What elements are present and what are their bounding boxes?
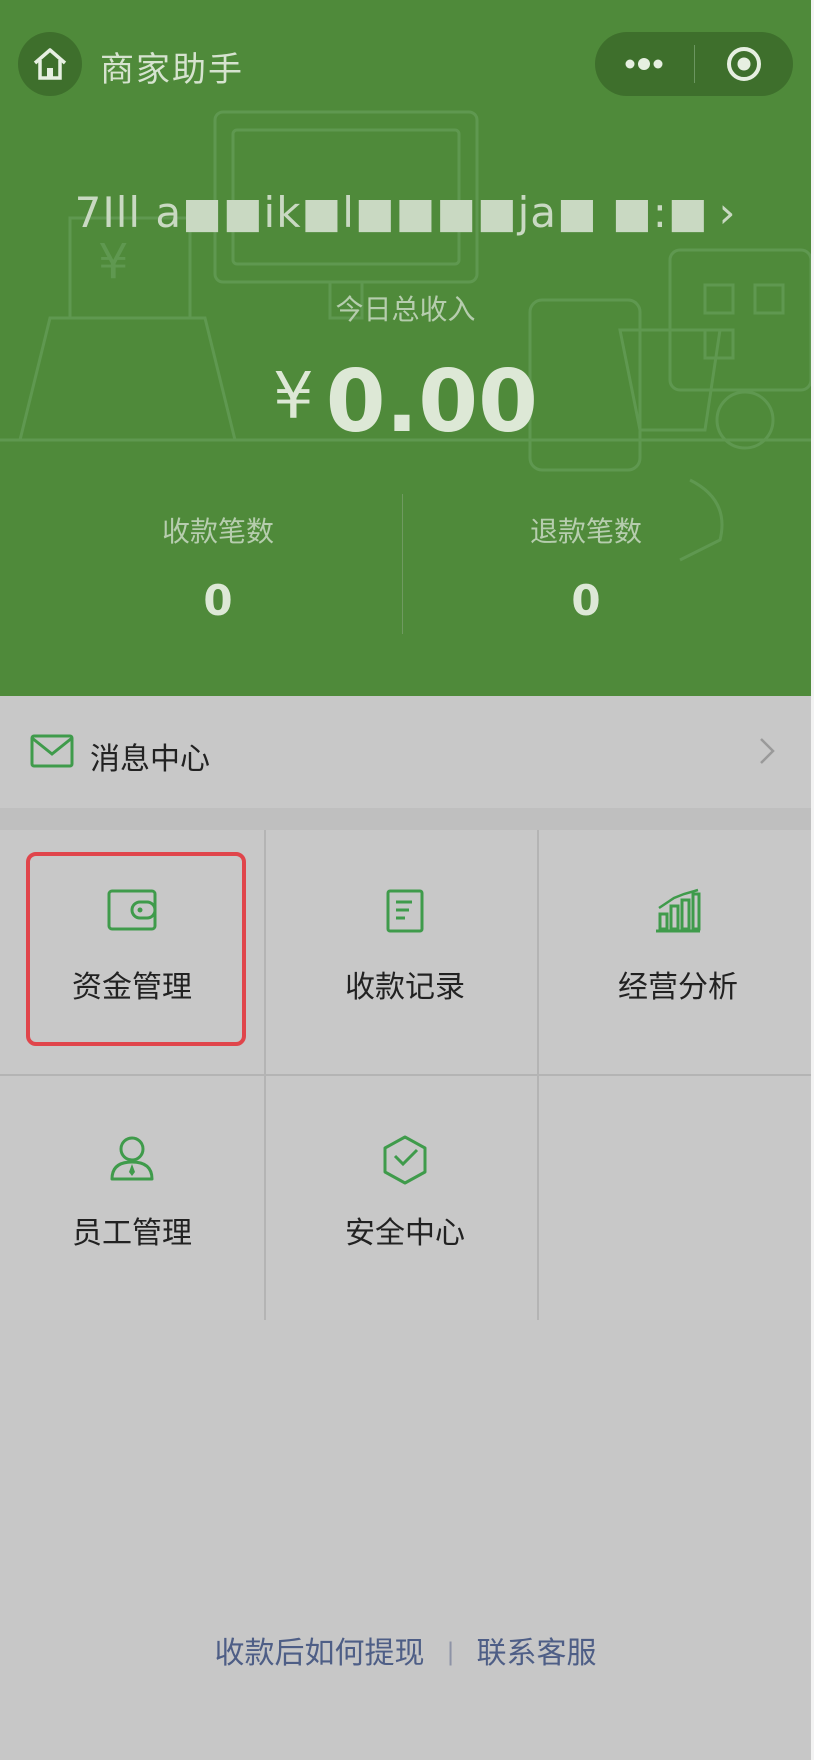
contact-support-link[interactable]: 联系客服 bbox=[477, 1636, 597, 1671]
stat-label: 收款笔数 bbox=[161, 515, 274, 548]
income-amount: ¥0.00 bbox=[0, 352, 811, 452]
merchant-name-link[interactable]: 7Ill a■■ik■l■■■■ja■ ■:■ › bbox=[0, 188, 811, 237]
more-button[interactable] bbox=[595, 32, 694, 96]
grid-item-business-analysis[interactable]: 经营分析 bbox=[546, 830, 810, 1074]
footer-separator: | bbox=[446, 1638, 455, 1666]
shield-check-icon bbox=[383, 1135, 427, 1185]
stat-refunds: 退款笔数 0 bbox=[456, 510, 716, 625]
stat-value: 0 bbox=[203, 576, 233, 625]
grid-item-label: 员工管理 bbox=[72, 1216, 192, 1251]
stat-value: 0 bbox=[571, 576, 601, 625]
income-value: 0.00 bbox=[325, 352, 538, 452]
staff-person-icon bbox=[110, 1136, 154, 1181]
receipt-record-icon bbox=[386, 889, 424, 933]
grid-item-label: 安全中心 bbox=[345, 1216, 465, 1251]
mini-program-capsule bbox=[595, 32, 793, 96]
target-close-icon bbox=[726, 47, 761, 81]
message-center-label: 消息中心 bbox=[90, 742, 210, 777]
chevron-right-icon bbox=[760, 738, 775, 764]
merchant-name: 7Ill a■■ik■l■■■■ja■ ■:■ bbox=[74, 188, 709, 237]
footer-links: 收款后如何提现 | 联系客服 bbox=[0, 1628, 811, 1672]
grid-item-security-center[interactable]: 安全中心 bbox=[273, 1076, 537, 1320]
envelope-icon bbox=[30, 734, 74, 768]
selection-highlight bbox=[26, 852, 246, 1046]
home-icon bbox=[33, 48, 67, 80]
withdraw-help-link[interactable]: 收款后如何提现 bbox=[214, 1636, 424, 1671]
income-label: 今日总收入 bbox=[335, 293, 476, 326]
section-gap bbox=[0, 808, 811, 830]
close-button[interactable] bbox=[695, 32, 794, 96]
app-title: 商家助手 bbox=[100, 50, 244, 90]
grid-item-label: 经营分析 bbox=[618, 970, 738, 1005]
currency-symbol: ¥ bbox=[273, 360, 314, 434]
stat-label: 退款笔数 bbox=[529, 515, 642, 548]
more-dots-icon bbox=[625, 58, 663, 70]
bar-chart-icon bbox=[656, 888, 701, 933]
stat-divider bbox=[402, 494, 403, 634]
message-center-row[interactable]: 消息中心 bbox=[0, 696, 811, 808]
grid-item-payment-records[interactable]: 收款记录 bbox=[273, 830, 537, 1074]
svg-text:¥: ¥ bbox=[98, 234, 129, 290]
grid-item-label: 收款记录 bbox=[345, 970, 465, 1005]
income-header: ¥ 商家助手 7Ill a■■ik■l■■■■ja■ ■:■ › 今日总收入 ¥0… bbox=[0, 0, 811, 696]
chevron-right-icon: › bbox=[718, 188, 737, 237]
grid-item-staff-management[interactable]: 员工管理 bbox=[0, 1076, 264, 1320]
home-button[interactable] bbox=[18, 32, 82, 96]
stat-payments: 收款笔数 0 bbox=[88, 510, 348, 625]
